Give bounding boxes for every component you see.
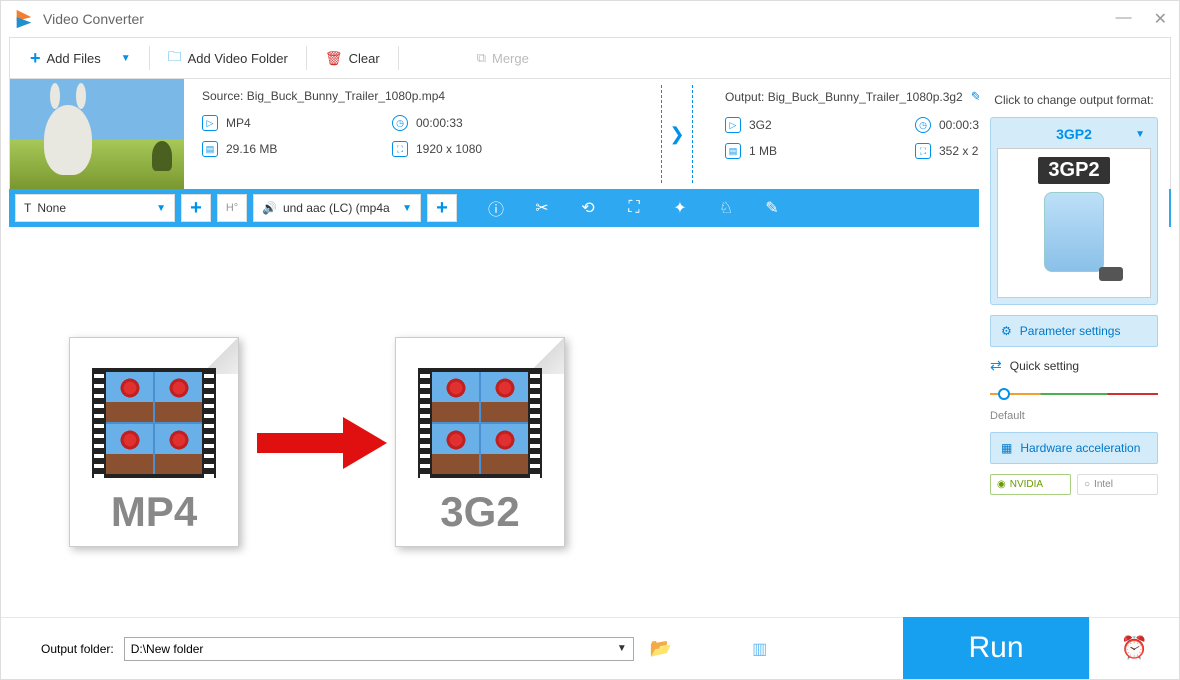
chevron-down-icon: ▼ — [148, 203, 166, 214]
nvidia-badge[interactable]: ◉NVIDIA — [990, 474, 1071, 495]
run-button[interactable]: Run — [903, 617, 1089, 679]
trash-icon: 🗑 — [325, 50, 343, 67]
output-folder-label: Output folder: — [41, 642, 114, 656]
merge-label: Merge — [492, 51, 529, 66]
parameter-settings-button[interactable]: ⚙ Parameter settings — [990, 315, 1158, 347]
add-folder-button[interactable]: 🗀 Add Video Folder — [158, 42, 298, 74]
conversion-arrow-icon — [257, 417, 387, 467]
add-files-label: Add Files — [47, 51, 101, 66]
source-format-label: MP4 — [70, 488, 238, 536]
chip-icon: ▦ — [1001, 441, 1012, 455]
output-size: 1 MB — [749, 144, 777, 158]
output-file-illustration: 3G2 — [395, 337, 565, 547]
intel-icon: ○ — [1084, 479, 1090, 490]
clock-icon: ◷ — [915, 117, 931, 133]
merge-icon: ⧉ — [477, 50, 486, 66]
clear-label: Clear — [349, 51, 380, 66]
format-hint-label: Click to change output format: — [994, 93, 1153, 107]
chevron-down-icon: ▼ — [617, 643, 627, 654]
effects-tool-button[interactable]: ✦ — [657, 189, 703, 227]
slider-value-label: Default — [990, 410, 1158, 422]
quick-setting-label: Quick setting — [1010, 359, 1079, 373]
sliders-icon: ⚙ — [1001, 324, 1012, 338]
folder-settings-button[interactable]: ▥ — [752, 639, 767, 659]
chevron-down-icon: ▼ — [1135, 129, 1145, 140]
crop-tool-button[interactable]: ⛶ — [611, 189, 657, 227]
format-icon: ▷ — [202, 115, 218, 131]
audio-value: und aac (LC) (mp4a — [283, 201, 390, 215]
text-icon: T — [24, 201, 31, 215]
subtitle-settings-button[interactable]: H° — [217, 194, 247, 222]
main-toolbar: + Add Files ▼ 🗀 Add Video Folder 🗑 Clear… — [9, 37, 1171, 79]
nvidia-icon: ◉ — [997, 479, 1006, 490]
resolution-icon: ⛶ — [392, 141, 408, 157]
param-label: Parameter settings — [1020, 324, 1121, 338]
rotate-tool-button[interactable]: ⟲ — [565, 189, 611, 227]
info-tool-button[interactable]: ⓘ — [473, 189, 519, 227]
output-filename: Big_Buck_Bunny_Trailer_1080p.3g2 — [768, 90, 963, 104]
video-thumbnail[interactable] — [10, 79, 184, 189]
format-name: 3GP2 — [1056, 126, 1092, 142]
folder-icon: 🗀 — [168, 46, 182, 70]
app-title: Video Converter — [43, 11, 144, 27]
subtitle-value: None — [37, 201, 66, 215]
add-files-button[interactable]: + Add Files — [20, 44, 111, 73]
plus-icon: + — [30, 48, 41, 69]
trim-tool-button[interactable]: ✂ — [519, 189, 565, 227]
source-format: MP4 — [226, 116, 251, 130]
source-panel: Source: Big_Buck_Bunny_Trailer_1080p.mp4… — [184, 79, 647, 189]
chevron-down-icon: ▼ — [394, 203, 412, 214]
source-filename: Big_Buck_Bunny_Trailer_1080p.mp4 — [247, 89, 445, 103]
titlebar: Video Converter — ✕ — [1, 1, 1179, 37]
output-format-label: 3G2 — [396, 488, 564, 536]
filesize-icon: ▤ — [202, 141, 218, 157]
quick-setting-row: ⇄ Quick setting — [990, 357, 1158, 374]
watermark-tool-button[interactable]: ♘ — [703, 189, 749, 227]
app-logo-icon — [13, 8, 35, 30]
speaker-icon: 🔊 — [262, 201, 277, 215]
source-size: 29.16 MB — [226, 142, 277, 156]
clock-icon: ◷ — [392, 115, 408, 131]
output-format-selector[interactable]: 3GP2 ▼ 3GP2 — [990, 117, 1158, 305]
resolution-icon: ⛶ — [915, 143, 931, 159]
audio-track-dropdown[interactable]: 🔊 und aac (LC) (mp4a ▼ — [253, 194, 421, 222]
panel-divider: ❯ — [647, 79, 707, 189]
add-folder-label: Add Video Folder — [188, 51, 288, 66]
output-format: 3G2 — [749, 118, 772, 132]
output-folder-path: D:\New folder — [131, 642, 204, 656]
subtitle-dropdown[interactable]: T None ▼ — [15, 194, 175, 222]
output-label: Output: — [725, 90, 764, 104]
format-icon: ▷ — [725, 117, 741, 133]
output-folder-input[interactable]: D:\New folder ▼ — [124, 637, 634, 661]
output-format-sidebar: Click to change output format: 3GP2 ▼ 3GP… — [979, 91, 1169, 609]
hardware-accel-button[interactable]: ▦ Hardware acceleration — [990, 432, 1158, 464]
close-button[interactable]: ✕ — [1154, 9, 1167, 29]
quality-slider[interactable] — [990, 390, 1158, 398]
format-tag: 3GP2 — [1038, 157, 1109, 184]
source-file-illustration: MP4 — [69, 337, 239, 547]
minimize-button[interactable]: — — [1116, 9, 1132, 29]
quick-setting-icon: ⇄ — [990, 357, 1002, 374]
enhance-tool-button[interactable]: ✎ — [749, 189, 795, 227]
schedule-button[interactable]: ⏰ — [1089, 617, 1179, 679]
filesize-icon: ▤ — [725, 143, 741, 159]
hw-accel-label: Hardware acceleration — [1020, 441, 1140, 455]
add-audio-button[interactable]: + — [427, 194, 457, 222]
source-label: Source: — [202, 89, 243, 103]
source-duration: 00:00:33 — [416, 116, 463, 130]
add-subtitle-button[interactable]: + — [181, 194, 211, 222]
bottom-bar: Output folder: D:\New folder ▼ 📂 ▥ Run ⏰ — [1, 617, 1179, 679]
merge-button[interactable]: ⧉ Merge — [467, 46, 539, 70]
chevron-right-icon: ❯ — [669, 122, 684, 147]
source-resolution: 1920 x 1080 — [416, 142, 482, 156]
intel-badge[interactable]: ○Intel — [1077, 474, 1158, 495]
add-files-dropdown[interactable]: ▼ — [121, 53, 131, 64]
clear-button[interactable]: 🗑 Clear — [315, 46, 390, 71]
open-folder-button[interactable]: 📂 — [650, 638, 672, 659]
device-icon — [1044, 192, 1104, 272]
